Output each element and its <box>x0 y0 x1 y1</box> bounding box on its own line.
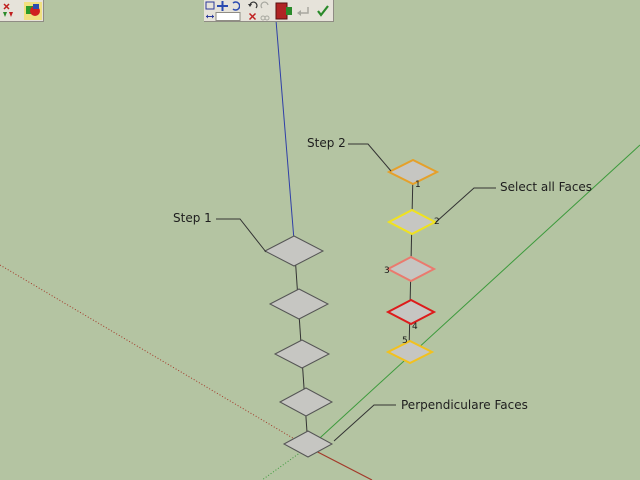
step1-face[interactable] <box>263 235 325 267</box>
modeling-viewport[interactable] <box>0 0 640 480</box>
rectangle-select-icon[interactable] <box>205 1 215 10</box>
cut-icon[interactable] <box>260 12 270 21</box>
select-all-faces-label: Select all Faces <box>500 180 593 194</box>
move-cross-icon[interactable] <box>217 1 228 11</box>
close-x-icon[interactable] <box>2 2 12 10</box>
flip-arrows-icon[interactable] <box>2 11 14 20</box>
step1-leader <box>216 218 267 253</box>
perpendicular-leader <box>333 404 396 442</box>
undo-icon[interactable] <box>248 1 258 10</box>
perpendicular-faces-label: Perpendiculare Faces <box>401 398 528 412</box>
toolbar-right <box>204 0 334 22</box>
toolbar-left <box>0 0 44 22</box>
rotate-arc-icon[interactable] <box>230 1 240 11</box>
select-all-leader <box>435 187 496 223</box>
blue-axis-line <box>274 7 295 241</box>
red-axis-dotted-line <box>0 264 309 448</box>
step2-label: Step 2 <box>307 136 346 150</box>
left-face-3[interactable] <box>273 339 331 369</box>
step2-face-1[interactable] <box>386 158 440 186</box>
redo-icon[interactable] <box>260 1 270 10</box>
export-book-icon[interactable] <box>275 2 293 20</box>
step2-leader <box>348 143 392 172</box>
selected-face-2[interactable] <box>386 208 438 236</box>
face-number-2: 2 <box>434 217 440 227</box>
left-face-2[interactable] <box>268 288 330 320</box>
face-number-3: 3 <box>384 266 390 276</box>
left-face-4[interactable] <box>278 387 334 417</box>
left-face-5[interactable] <box>282 430 334 458</box>
step1-label: Step 1 <box>173 211 212 225</box>
selected-face-4[interactable] <box>385 298 437 326</box>
face-number-4: 4 <box>412 322 418 332</box>
selected-face-3[interactable] <box>385 255 437 283</box>
dimension-icon[interactable] <box>205 12 241 21</box>
back-arrow-icon[interactable] <box>296 4 310 17</box>
face-number-1: 1 <box>415 180 421 190</box>
paint-blocks-icon[interactable] <box>24 2 42 20</box>
face-number-5: 5 <box>402 336 408 346</box>
confirm-check-icon[interactable] <box>316 4 330 17</box>
selected-face-5[interactable] <box>385 339 435 365</box>
delete-icon[interactable] <box>248 12 257 21</box>
